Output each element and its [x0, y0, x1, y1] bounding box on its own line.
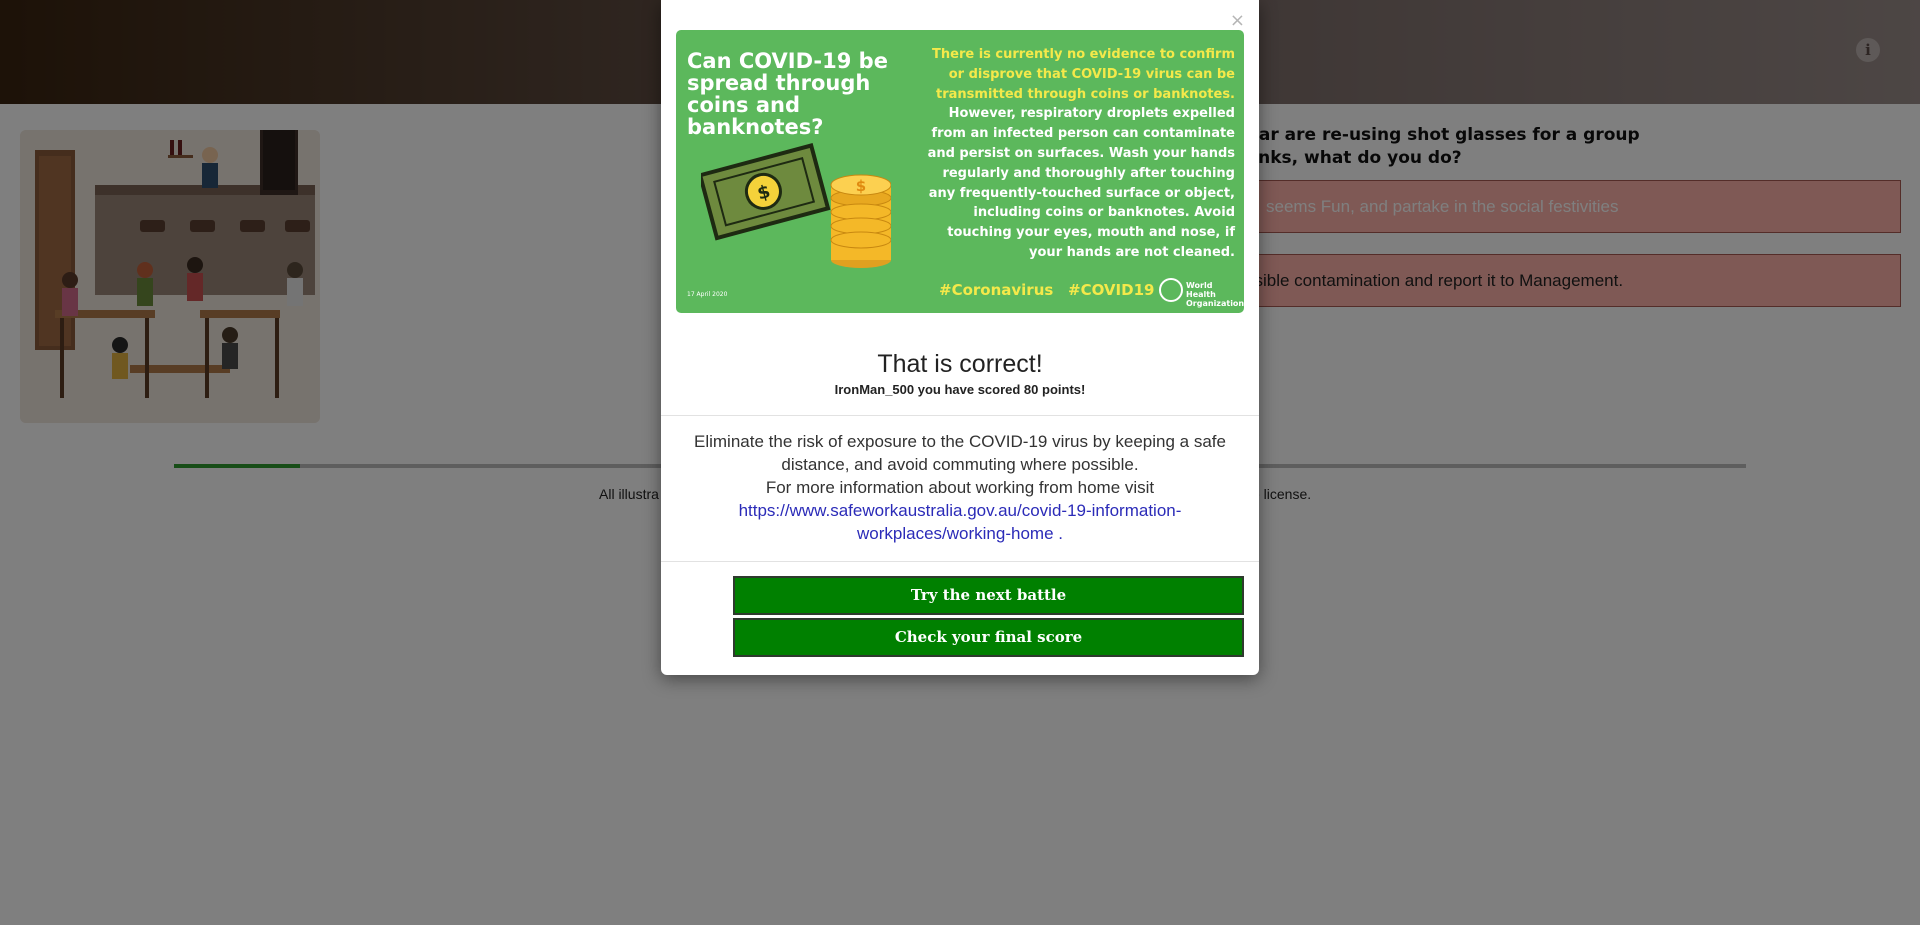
- banner-yellow-text: There is currently no evidence to confir…: [932, 47, 1235, 102]
- covid-info-banner: Can COVID-19 be spread through coins and…: [676, 30, 1244, 313]
- message-line-1: Eliminate the risk of exposure to the CO…: [694, 432, 1226, 474]
- result-score: IronMan_500 you have scored 80 points!: [834, 382, 1086, 397]
- final-score-button[interactable]: Check your final score: [733, 618, 1244, 657]
- link-suffix: .: [1053, 524, 1063, 543]
- message-line-2: For more information about working from …: [765, 478, 1155, 497]
- result-message: Eliminate the risk of exposure to the CO…: [691, 430, 1229, 545]
- result-title: That is correct!: [877, 350, 1043, 378]
- divider: [661, 415, 1259, 416]
- message-link-row: https://www.safeworkaustralia.gov.au/cov…: [691, 499, 1229, 545]
- banner-body: There is currently no evidence to confir…: [915, 45, 1235, 263]
- hashtag-covid19: #COVID19: [1068, 281, 1155, 299]
- banner-title: Can COVID-19 be spread through coins and…: [687, 49, 888, 139]
- next-battle-button[interactable]: Try the next battle: [733, 576, 1244, 615]
- banner-date: 17 April 2020: [687, 291, 728, 298]
- money-illustration: $ $: [701, 143, 891, 268]
- who-logo-text: World Health Organization: [1186, 281, 1244, 308]
- hashtag-coronavirus: #Coronavirus: [939, 281, 1054, 299]
- working-from-home-link[interactable]: https://www.safeworkaustralia.gov.au/cov…: [739, 501, 1182, 543]
- svg-text:$: $: [856, 177, 866, 195]
- close-icon[interactable]: ×: [1230, 10, 1245, 31]
- divider: [661, 561, 1259, 562]
- result-modal: × Can COVID-19 be spread through coins a…: [661, 0, 1259, 675]
- who-emblem-icon: [1159, 278, 1183, 302]
- who-logo: World Health Organization: [1159, 278, 1244, 308]
